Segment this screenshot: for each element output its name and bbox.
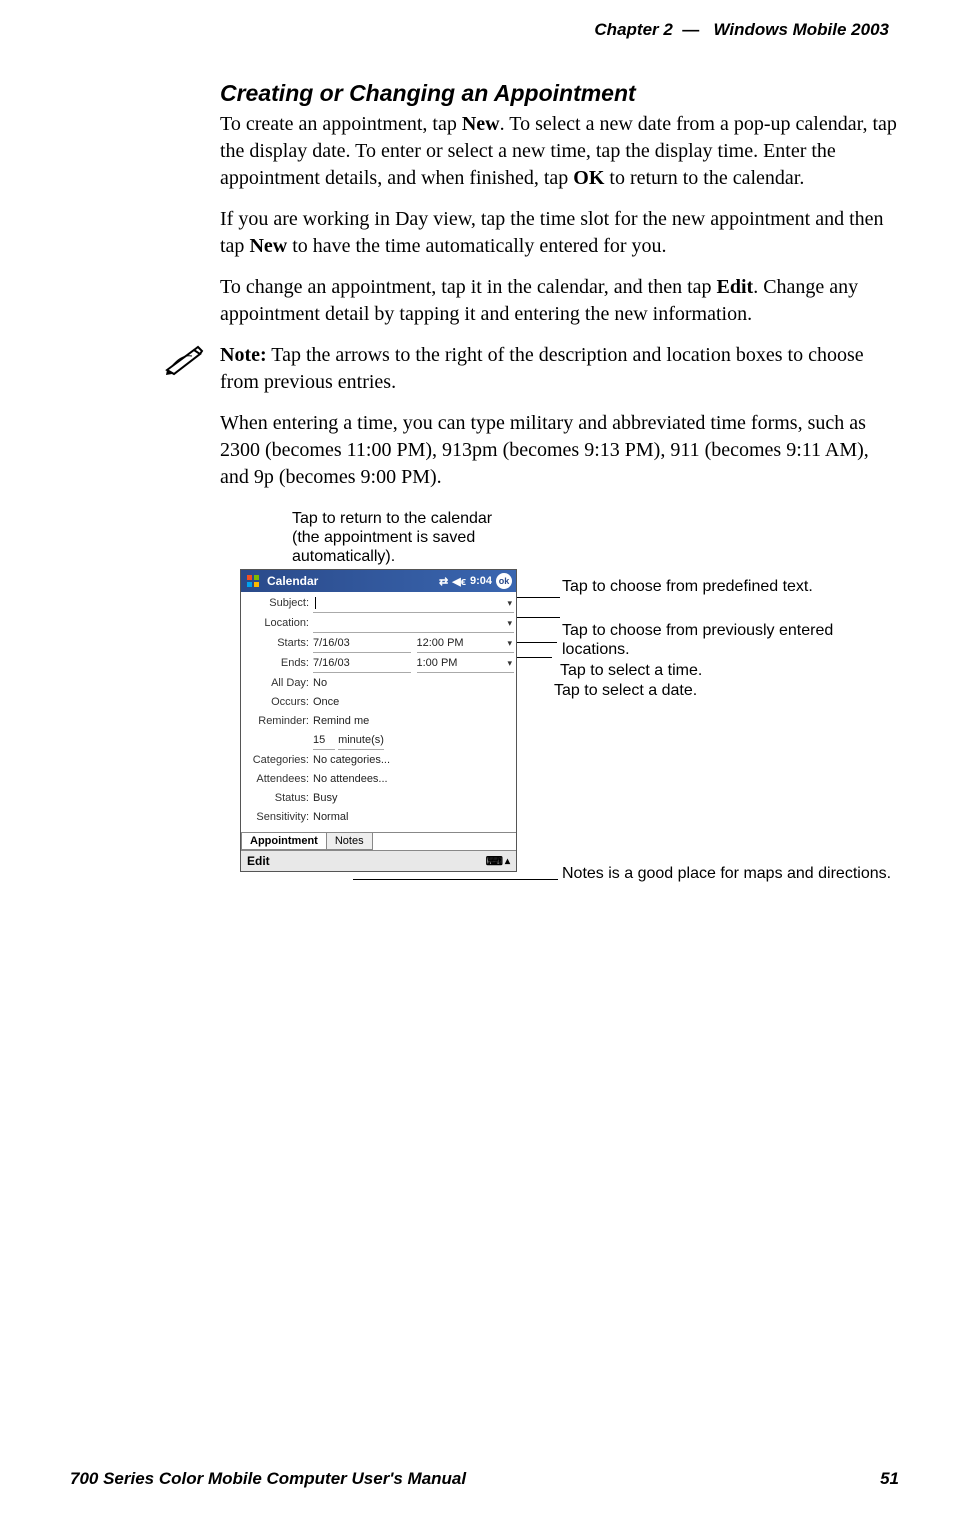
label-categories: Categories: [243,751,313,769]
label-sensitivity: Sensitivity: [243,808,313,826]
label-occurs: Occurs: [243,693,313,711]
book-section: Windows Mobile 2003 [713,20,889,39]
end-time-dropdown-icon[interactable]: ▾ [507,654,514,672]
para-2: If you are working in Day view, tap the … [220,206,899,260]
attendees-field[interactable]: No attendees... [313,770,514,788]
categories-field[interactable]: No categories... [313,751,514,769]
note-block: Note: Tap the arrows to the right of the… [164,342,899,396]
start-date-field[interactable]: 7/16/03 [313,634,411,653]
allday-field[interactable]: No [313,674,514,692]
speaker-icon: ◀ϵ [452,575,466,588]
figure-appointment-screen: Tap to return to the calendar (the appoi… [240,509,899,929]
callout-time: Tap to select a time. [560,661,702,680]
tab-strip: Appointment Notes [241,832,516,850]
occurs-field[interactable]: Once [313,693,514,711]
tab-notes[interactable]: Notes [326,833,373,850]
location-field[interactable]: ▾ [313,614,514,633]
ends-row: 7/16/03 1:00 PM▾ [313,654,514,673]
sensitivity-field[interactable]: Normal [313,808,514,826]
status-field[interactable]: Busy [313,789,514,807]
keyboard-icon[interactable]: ⌨ [486,854,503,868]
label-reminder: Reminder: [243,712,313,730]
clock-text: 9:04 [470,575,492,587]
label-attendees: Attendees: [243,770,313,788]
leader-line [353,879,558,880]
running-header: Chapter 2 — Windows Mobile 2003 [100,20,899,40]
connectivity-icon: ⇄ [439,575,448,588]
end-date-field[interactable]: 7/16/03 [313,654,411,673]
section-title: Creating or Changing an Appointment [220,80,899,107]
pda-titlebar: Calendar ⇄ ◀ϵ 9:04 ok [241,570,516,592]
tab-appointment[interactable]: Appointment [241,833,327,850]
callout-notes: Notes is a good place for maps and direc… [562,864,891,883]
start-icon[interactable] [245,573,261,589]
ok-button[interactable]: ok [496,573,512,589]
callout-return: Tap to return to the calendar (the appoi… [292,509,522,567]
end-time-field[interactable]: 1:00 PM▾ [417,654,515,673]
note-text: Note: Tap the arrows to the right of the… [220,342,899,396]
starts-row: 7/16/03 12:00 PM▾ [313,634,514,653]
start-time-dropdown-icon[interactable]: ▾ [507,634,514,652]
sip-up-icon[interactable]: ▴ [505,856,510,867]
callout-date: Tap to select a date. [554,681,697,700]
header-dash: — [682,20,699,39]
label-subject: Subject: [243,594,313,613]
label-ends: Ends: [243,654,313,673]
label-allday: All Day: [243,674,313,692]
location-dropdown-icon[interactable]: ▾ [507,614,514,632]
pda-title: Calendar [267,574,318,588]
callout-predefined: Tap to choose from predefined text. [562,577,813,596]
pda-menubar: Edit ⌨ ▴ [241,850,516,871]
label-location: Location: [243,614,313,633]
edit-menu[interactable]: Edit [247,854,270,868]
subject-field[interactable]: ▾ [313,594,514,613]
note-icon [164,344,206,376]
callout-locations: Tap to choose from previously entered lo… [562,621,899,659]
pda-screenshot: Calendar ⇄ ◀ϵ 9:04 ok Subject: ▾ Locatio… [240,569,517,872]
running-footer: 700 Series Color Mobile Computer User's … [70,1469,899,1489]
para-3: To change an appointment, tap it in the … [220,274,899,328]
para-4: When entering a time, you can type milit… [220,410,899,491]
page-number: 51 [880,1469,899,1489]
para-1: To create an appointment, tap New. To se… [220,111,899,192]
reminder-field[interactable]: Remind me [313,712,514,730]
start-time-field[interactable]: 12:00 PM▾ [417,634,515,653]
label-status: Status: [243,789,313,807]
reminder-detail[interactable]: 15 minute(s) [313,731,514,750]
manual-title: 700 Series Color Mobile Computer User's … [70,1469,466,1489]
label-starts: Starts: [243,634,313,653]
subject-dropdown-icon[interactable]: ▾ [507,594,514,612]
chapter-label: Chapter 2 [594,20,672,39]
